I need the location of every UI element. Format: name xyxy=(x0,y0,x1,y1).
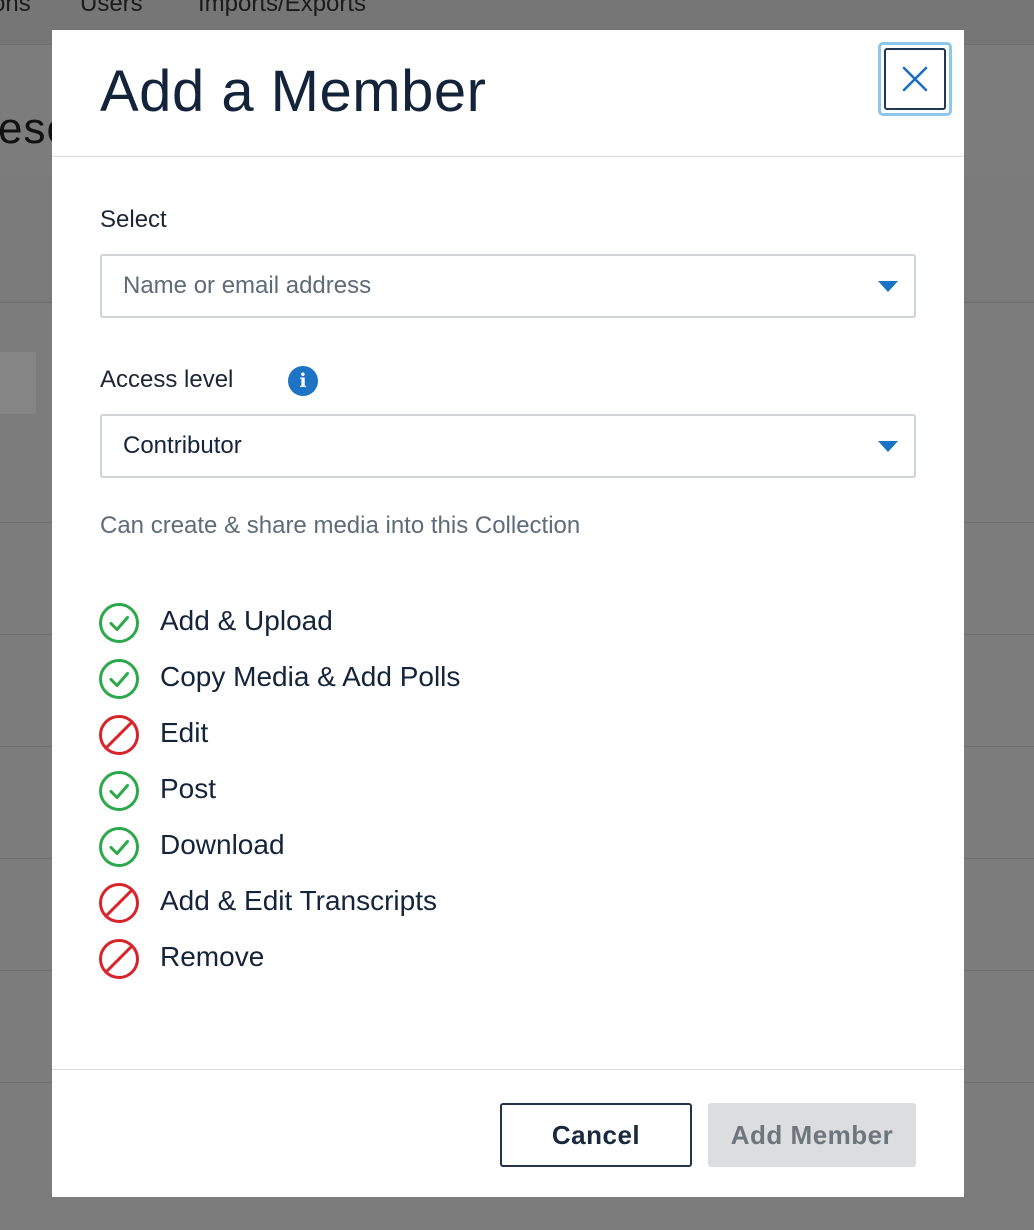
add-member-dialog: Add a Member Select Name or email addres… xyxy=(52,30,964,1197)
permission-label: Edit xyxy=(160,717,209,748)
access-level-value: Contributor xyxy=(123,432,242,459)
background-box xyxy=(0,352,36,414)
cancel-button[interactable]: Cancel xyxy=(500,1103,692,1167)
permission-label: Copy Media & Add Polls xyxy=(160,661,461,692)
background-nav-item: ons xyxy=(0,0,31,17)
permission-label: Add & Upload xyxy=(160,605,333,636)
check-circle-icon xyxy=(98,826,140,868)
access-level-description: Can create & share media into this Colle… xyxy=(100,512,581,539)
permission-label: Post xyxy=(160,773,217,804)
info-icon[interactable]: i xyxy=(288,366,318,396)
chevron-down-icon xyxy=(878,281,898,292)
prohibited-icon xyxy=(98,714,140,756)
check-circle-icon xyxy=(98,770,140,812)
prohibited-icon xyxy=(98,938,140,980)
dialog-title: Add a Member xyxy=(100,59,487,124)
access-level-dropdown[interactable]: Contributor xyxy=(100,414,916,478)
permission-label: Add & Edit Transcripts xyxy=(160,885,438,916)
member-select-dropdown[interactable]: Name or email address xyxy=(100,254,916,318)
access-level-label: Access level xyxy=(100,366,234,393)
check-circle-icon xyxy=(98,658,140,700)
permission-label: Download xyxy=(160,829,285,860)
check-circle-icon xyxy=(98,602,140,644)
dialog-header: Add a Member xyxy=(52,30,964,157)
dialog-footer: Cancel Add Member xyxy=(52,1069,964,1198)
member-select-placeholder: Name or email address xyxy=(123,272,372,299)
prohibited-icon xyxy=(98,882,140,924)
select-label: Select xyxy=(100,206,167,233)
permission-label: Remove xyxy=(160,941,265,972)
chevron-down-icon xyxy=(878,441,898,452)
background-nav-item: Users xyxy=(80,0,143,17)
background-nav-item: Imports/Exports xyxy=(198,0,367,17)
close-icon xyxy=(884,48,946,110)
add-member-button[interactable]: Add Member xyxy=(708,1103,916,1167)
close-button[interactable] xyxy=(878,42,952,116)
